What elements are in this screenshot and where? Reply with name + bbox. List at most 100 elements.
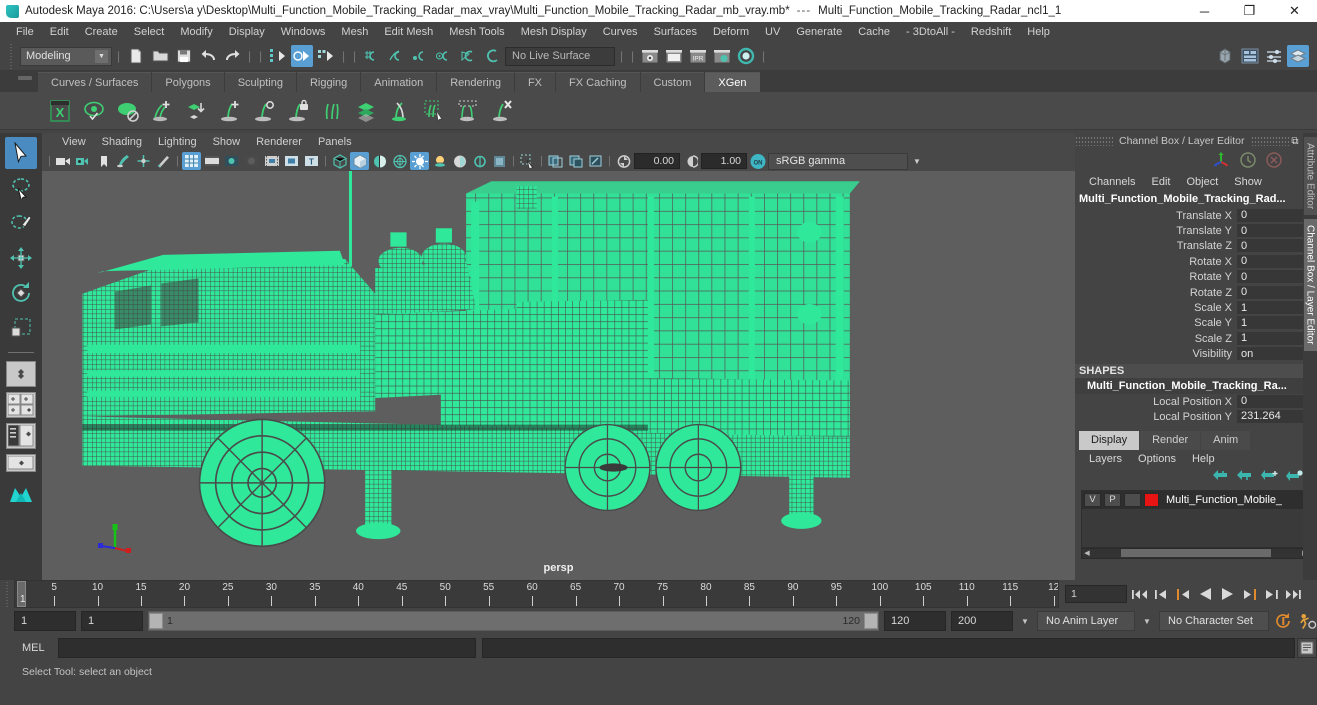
snap-to-view-plane-icon[interactable] (457, 45, 479, 67)
menu-surfaces[interactable]: Surfaces (646, 22, 705, 42)
step-forward-keyframe-icon[interactable] (1262, 584, 1281, 604)
live-surface-field[interactable]: No Live Surface (505, 46, 615, 66)
animation-start-time-field[interactable]: 1 (14, 611, 76, 631)
menu-file[interactable]: File (8, 22, 42, 42)
select-by-hierarchy-icon[interactable] (267, 45, 289, 67)
shelf-grip[interactable] (18, 76, 32, 80)
persp-outliner-layout[interactable] (6, 423, 36, 449)
hscrollbar-thumb[interactable] (1121, 549, 1271, 558)
channel-box-layer-editor-icon[interactable] (1287, 45, 1309, 67)
layer-type-toggle[interactable] (1124, 492, 1141, 507)
ipr-render-icon[interactable]: IPR (687, 45, 709, 67)
single-perspective-layout[interactable] (6, 361, 36, 387)
isolate-select-icon[interactable] (518, 152, 537, 170)
menu-cache[interactable]: Cache (850, 22, 898, 42)
exposure-icon[interactable] (614, 152, 633, 170)
menu-create[interactable]: Create (77, 22, 126, 42)
display-layer-row[interactable]: V P Multi_Function_Mobile_ (1082, 490, 1310, 509)
menu-generate[interactable]: Generate (788, 22, 850, 42)
panel-grip[interactable] (1075, 136, 1113, 146)
import-collection-icon[interactable] (182, 97, 210, 125)
anim-layer-select[interactable]: No Anim Layer (1037, 611, 1135, 631)
make-live-icon[interactable] (481, 45, 503, 67)
exposure-field[interactable]: 0.00 (634, 153, 680, 169)
script-editor-icon[interactable] (1297, 638, 1317, 658)
channel-row-local-position-y[interactable]: Local Position Y 231.264 (1075, 409, 1317, 424)
channel-row-scale-y[interactable]: Scale Y 1 (1075, 316, 1317, 331)
playback-start-time-field[interactable]: 1 (81, 611, 143, 631)
smooth-shade-icon[interactable] (350, 152, 369, 170)
new-layer-from-selected-icon[interactable] (1261, 469, 1278, 486)
viewport-menu-show[interactable]: Show (205, 133, 249, 151)
guide-visibility-icon[interactable] (114, 97, 142, 125)
paint-select-tool[interactable] (5, 207, 37, 239)
command-input-field[interactable] (58, 638, 476, 658)
menu-mesh[interactable]: Mesh (333, 22, 376, 42)
scale-tool[interactable] (5, 312, 37, 344)
playback-end-time-field[interactable]: 120 (884, 611, 946, 631)
channelbox-menu-channels[interactable]: Channels (1081, 176, 1143, 188)
snap-to-point-icon[interactable] (409, 45, 431, 67)
channelbox-menu-object[interactable]: Object (1178, 176, 1226, 188)
tab-anim[interactable]: Anim (1201, 430, 1251, 450)
resolution-gate-icon[interactable] (222, 152, 241, 170)
channelbox-menu-edit[interactable]: Edit (1143, 176, 1178, 188)
layer-color-swatch[interactable] (1144, 492, 1159, 507)
panel-grip-2[interactable] (1250, 136, 1289, 146)
menu-deform[interactable]: Deform (705, 22, 757, 42)
undock-panel-icon[interactable]: ⧉ (1289, 135, 1302, 148)
time-slider[interactable]: 5 10 15 20 25 30 35 40 45 50 55 60 65 70 75 80 85 90 95 100… (14, 580, 1059, 608)
viewport-menu-lighting[interactable]: Lighting (150, 133, 205, 151)
grid-toggle-icon[interactable] (182, 152, 201, 170)
shelf-tab-rendering[interactable]: Rendering (437, 72, 514, 92)
screen-space-ao-icon[interactable] (450, 152, 469, 170)
safe-action-icon[interactable] (282, 152, 301, 170)
channel-row-rotate-z[interactable]: Rotate Z 0 (1075, 285, 1317, 300)
shelf-tab-rigging[interactable]: Rigging (296, 72, 361, 92)
new-scene-icon[interactable] (125, 45, 147, 67)
auto-keyframe-icon[interactable] (1274, 611, 1293, 631)
density-brush-icon[interactable] (352, 97, 380, 125)
select-by-component-icon[interactable] (315, 45, 337, 67)
add-description-icon[interactable] (148, 97, 176, 125)
sidetab-channel-box-layer-editor[interactable]: Channel Box / Layer Editor (1303, 219, 1317, 351)
go-to-end-icon[interactable] (1284, 584, 1303, 604)
viewport-menu-view[interactable]: View (54, 133, 94, 151)
move-tool[interactable] (5, 242, 37, 274)
tool-settings-icon[interactable] (1263, 45, 1285, 67)
bookmark-icon[interactable] (94, 152, 113, 170)
menu-select[interactable]: Select (126, 22, 173, 42)
range-left-handle[interactable] (149, 613, 163, 629)
animation-preferences-icon[interactable] (1298, 611, 1317, 631)
step-forward-frame-icon[interactable] (1240, 584, 1259, 604)
open-scene-icon[interactable] (149, 45, 171, 67)
menu-curves[interactable]: Curves (595, 22, 646, 42)
snap-to-grid-icon[interactable] (361, 45, 383, 67)
time-cursor[interactable]: 1 (17, 581, 26, 607)
viewport-menu-shading[interactable]: Shading (94, 133, 150, 151)
render-settings-icon[interactable] (711, 45, 733, 67)
color-transform-select[interactable]: sRGB gamma (768, 152, 908, 170)
snap-to-projected-center-icon[interactable] (433, 45, 455, 67)
scroll-left-arrow-icon[interactable]: ◀ (1082, 549, 1092, 557)
shelf-tab-curves-surfaces[interactable]: Curves / Surfaces (38, 72, 152, 92)
menu-uv[interactable]: UV (757, 22, 788, 42)
two-d-pan-zoom-icon[interactable] (134, 152, 153, 170)
channel-row-translate-y[interactable]: Translate Y 0 (1075, 223, 1317, 239)
multisample-icon[interactable] (490, 152, 509, 170)
xray-active-components-icon[interactable] (586, 152, 605, 170)
color-management-toggle-icon[interactable]: ON (748, 152, 767, 170)
undo-icon[interactable] (197, 45, 219, 67)
grease-pencil-icon[interactable] (154, 152, 173, 170)
menu-edit[interactable]: Edit (42, 22, 77, 42)
chevron-down-icon[interactable]: ▼ (909, 153, 925, 170)
shelf-tab-sculpting[interactable]: Sculpting (224, 72, 296, 92)
sidetab-attribute-editor[interactable]: Attribute Editor (1303, 137, 1317, 216)
play-backwards-icon[interactable] (1196, 584, 1215, 604)
channel-row-scale-z[interactable]: Scale Z 1 (1075, 331, 1317, 346)
new-layer-icon[interactable] (1286, 469, 1303, 486)
guide-sculpt-icon[interactable] (250, 97, 278, 125)
perspective-viewport[interactable]: persp (42, 171, 1075, 580)
menu-set-selector[interactable]: Modeling ▼ (20, 46, 112, 66)
menu-redshift[interactable]: Redshift (963, 22, 1019, 42)
